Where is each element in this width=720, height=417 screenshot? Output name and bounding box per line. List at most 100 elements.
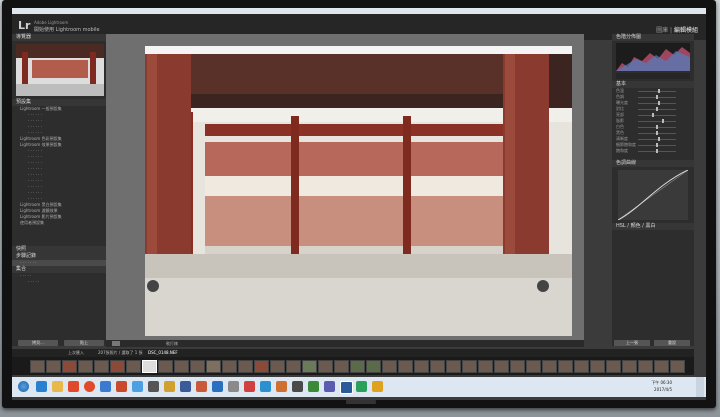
thumbnail[interactable] <box>302 360 317 373</box>
source-label[interactable]: 上次匯入 <box>68 350 84 356</box>
start-button-icon[interactable] <box>18 381 29 392</box>
previous-button[interactable]: 上一張 <box>614 340 650 346</box>
reset-button[interactable]: 重設 <box>654 340 690 346</box>
chrome-icon[interactable] <box>84 381 95 392</box>
app-icon[interactable] <box>292 381 303 392</box>
thumbnail[interactable] <box>350 360 365 373</box>
thumbnail[interactable] <box>94 360 109 373</box>
thumbnail[interactable] <box>222 360 237 373</box>
app-icon[interactable] <box>164 381 175 392</box>
app-icon[interactable] <box>324 381 335 392</box>
thumbnail[interactable] <box>158 360 173 373</box>
thumbnail[interactable] <box>398 360 413 373</box>
thumbnail[interactable] <box>590 360 605 373</box>
thumbnail[interactable] <box>430 360 445 373</box>
app-icon[interactable] <box>260 381 271 392</box>
paste-button[interactable]: 貼上 <box>64 340 104 346</box>
app-icon[interactable] <box>308 381 319 392</box>
basic-header[interactable]: 基本 <box>612 81 694 88</box>
history-header[interactable]: 步驟記錄 <box>12 253 108 260</box>
collections-header[interactable]: 集合 <box>12 266 108 273</box>
thumbnail[interactable] <box>286 360 301 373</box>
thumbnail-selected[interactable] <box>142 360 157 373</box>
thumbnail[interactable] <box>62 360 77 373</box>
thumbnail[interactable] <box>526 360 541 373</box>
app-icon[interactable] <box>132 381 143 392</box>
thumbnail[interactable] <box>30 360 45 373</box>
thumbnail[interactable] <box>174 360 189 373</box>
slider-knob[interactable] <box>656 95 658 99</box>
app-icon[interactable] <box>244 381 255 392</box>
module-library[interactable]: 圖庫 <box>656 27 668 34</box>
media-player-icon[interactable] <box>68 381 79 392</box>
thumbnail[interactable] <box>126 360 141 373</box>
thumbnail[interactable] <box>558 360 573 373</box>
thumbnail[interactable] <box>254 360 269 373</box>
thumbnail[interactable] <box>462 360 477 373</box>
thumbnail[interactable] <box>318 360 333 373</box>
thumbnail[interactable] <box>206 360 221 373</box>
app-icon[interactable] <box>372 381 383 392</box>
thumbnail[interactable] <box>494 360 509 373</box>
app-icon[interactable] <box>212 381 223 392</box>
tone-curve-graph[interactable] <box>617 169 689 221</box>
thumbnail[interactable] <box>190 360 205 373</box>
navigator-header[interactable]: 導覽器 <box>12 34 108 41</box>
thumbnail[interactable] <box>478 360 493 373</box>
thumbnail[interactable] <box>78 360 93 373</box>
slider-knob[interactable] <box>658 137 660 141</box>
hsl-header[interactable]: HSL / 顏色 / 黑白 <box>612 223 694 230</box>
thumbnail[interactable] <box>238 360 253 373</box>
lightroom-taskbar-icon[interactable] <box>340 381 353 394</box>
thumbnail[interactable] <box>46 360 61 373</box>
slider-knob[interactable] <box>656 125 658 129</box>
thumbnail[interactable] <box>366 360 381 373</box>
clock-date[interactable]: 2017/4/5 <box>654 387 672 392</box>
thumbnail[interactable] <box>622 360 637 373</box>
thumbnail[interactable] <box>654 360 669 373</box>
app-icon[interactable] <box>180 381 191 392</box>
app-icon[interactable] <box>228 381 239 392</box>
copy-button[interactable]: 拷貝... <box>18 340 58 346</box>
slider-knob[interactable] <box>656 143 658 147</box>
slider-knob[interactable] <box>662 119 664 123</box>
slider-knob[interactable] <box>658 89 660 93</box>
clock-time[interactable]: 下午 06:30 <box>651 380 672 386</box>
slider-knob[interactable] <box>652 113 654 117</box>
slider-knob[interactable] <box>656 131 658 135</box>
filmstrip[interactable] <box>12 357 694 375</box>
thumbnail[interactable] <box>542 360 557 373</box>
tool-strip[interactable] <box>616 73 690 79</box>
show-desktop-button[interactable] <box>696 377 704 397</box>
folder-icon[interactable] <box>52 381 63 392</box>
slider-knob[interactable] <box>656 107 658 111</box>
histogram-header[interactable]: 色階分佈圖 <box>612 34 694 41</box>
app-icon[interactable] <box>100 381 111 392</box>
thumbnail[interactable] <box>414 360 429 373</box>
ie-icon[interactable] <box>36 381 47 392</box>
slider-saturation[interactable]: 飽和度 <box>612 148 694 154</box>
thumbnail[interactable] <box>446 360 461 373</box>
app-icon[interactable] <box>148 381 159 392</box>
thumbnail[interactable] <box>110 360 125 373</box>
thumbnail[interactable] <box>382 360 397 373</box>
thumbnail[interactable] <box>334 360 349 373</box>
module-develop[interactable]: 編輯模組 <box>674 27 698 34</box>
thumbnail[interactable] <box>574 360 589 373</box>
app-icon[interactable] <box>356 381 367 392</box>
presets-header[interactable]: 預設集 <box>12 99 108 106</box>
main-photo[interactable] <box>145 46 572 336</box>
tone-curve-header[interactable]: 色調曲線 <box>612 160 694 167</box>
app-icon[interactable] <box>276 381 287 392</box>
softproof-checkbox[interactable]: 軟打樣 <box>166 341 178 347</box>
view-mode-icon[interactable] <box>112 341 120 346</box>
thumbnail[interactable] <box>670 360 685 373</box>
thumbnail[interactable] <box>606 360 621 373</box>
navigator-preview[interactable] <box>16 44 104 96</box>
thumbnail[interactable] <box>510 360 525 373</box>
app-icon[interactable] <box>196 381 207 392</box>
slider-knob[interactable] <box>656 149 658 153</box>
app-icon[interactable] <box>116 381 127 392</box>
account-link[interactable]: 開始使用 Lightroom mobile <box>34 26 100 33</box>
thumbnail[interactable] <box>638 360 653 373</box>
